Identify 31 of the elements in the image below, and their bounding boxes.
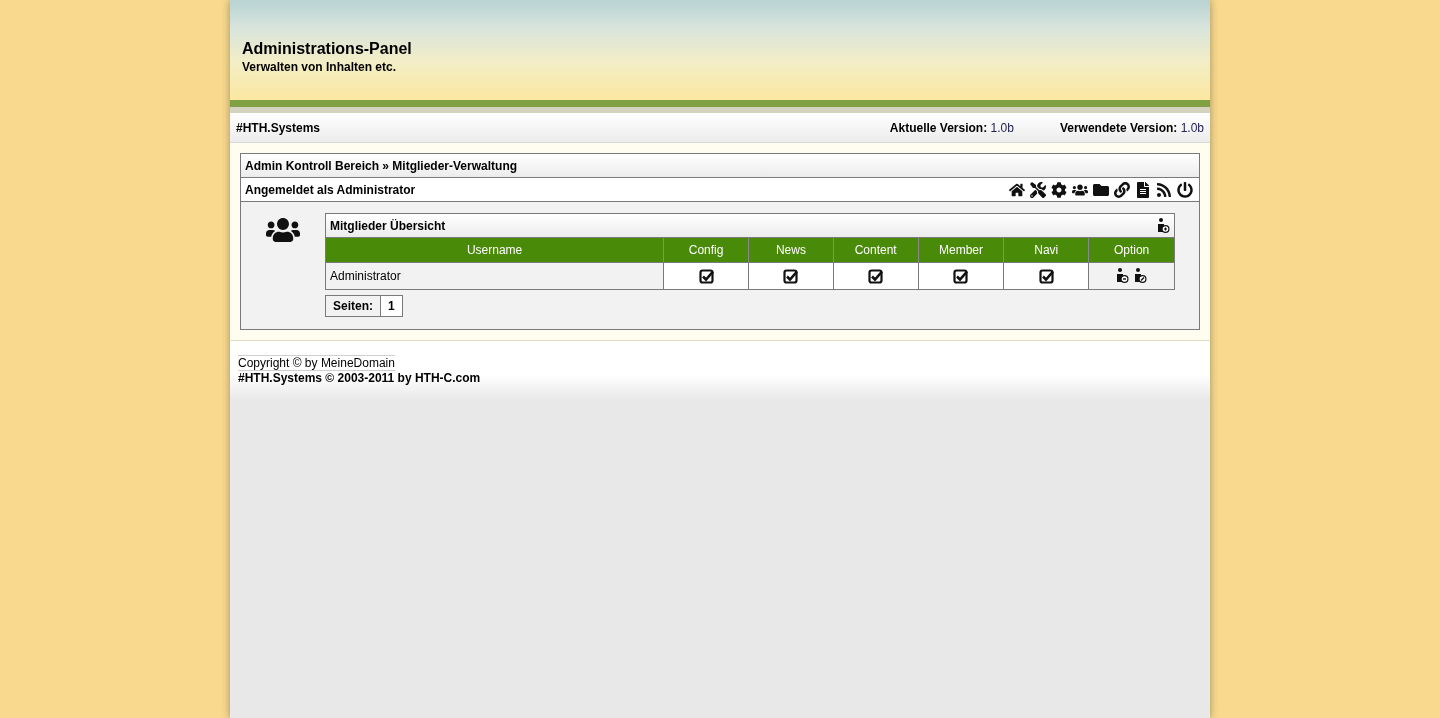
copyright-text: Copyright © by MeineDomain: [238, 355, 395, 371]
breadcrumb: Admin Kontroll Bereich » Mitglieder-Verwaltung: [245, 157, 518, 175]
credit-text: #HTH.Systems © 2003-2011 by HTH-C.com: [238, 371, 481, 385]
block-user-icon[interactable]: [1134, 268, 1148, 284]
folder-icon[interactable]: [1093, 181, 1109, 198]
home-icon[interactable]: [1009, 181, 1025, 198]
settings-icon[interactable]: [1051, 181, 1067, 198]
document-icon[interactable]: [1135, 181, 1151, 198]
column-header: Option: [1088, 238, 1174, 262]
table-cell-text: Administrator: [329, 268, 402, 285]
add-user-icon[interactable]: [1157, 217, 1170, 234]
link-icon[interactable]: [1114, 181, 1130, 198]
tools-icon[interactable]: [1030, 181, 1046, 198]
column-header: Content: [832, 238, 918, 262]
site-name: #HTH.Systems: [236, 119, 321, 137]
version-info: Verwendete Version: 1.0b: [1059, 119, 1204, 137]
power-icon[interactable]: [1177, 181, 1193, 198]
login-status: Angemeldet als Administrator: [245, 181, 416, 199]
version-info: Aktuelle Version: 1.0b: [889, 119, 1014, 137]
remove-user-icon[interactable]: [1116, 268, 1130, 284]
page-link[interactable]: 1: [380, 296, 402, 316]
column-header: Username: [465, 242, 524, 259]
column-header: Navi: [1003, 238, 1089, 262]
column-header: Config: [663, 238, 748, 262]
rss-icon[interactable]: [1156, 181, 1172, 198]
panel-subtitle: Verwalten von Inhalten etc.: [242, 59, 398, 76]
pagination-label: Seiten:: [326, 296, 380, 316]
panel-title: Administrations-Panel: [242, 40, 413, 58]
column-header: Member: [917, 238, 1004, 262]
column-header: News: [748, 238, 833, 262]
table-title: Mitglieder Übersicht: [330, 217, 446, 235]
